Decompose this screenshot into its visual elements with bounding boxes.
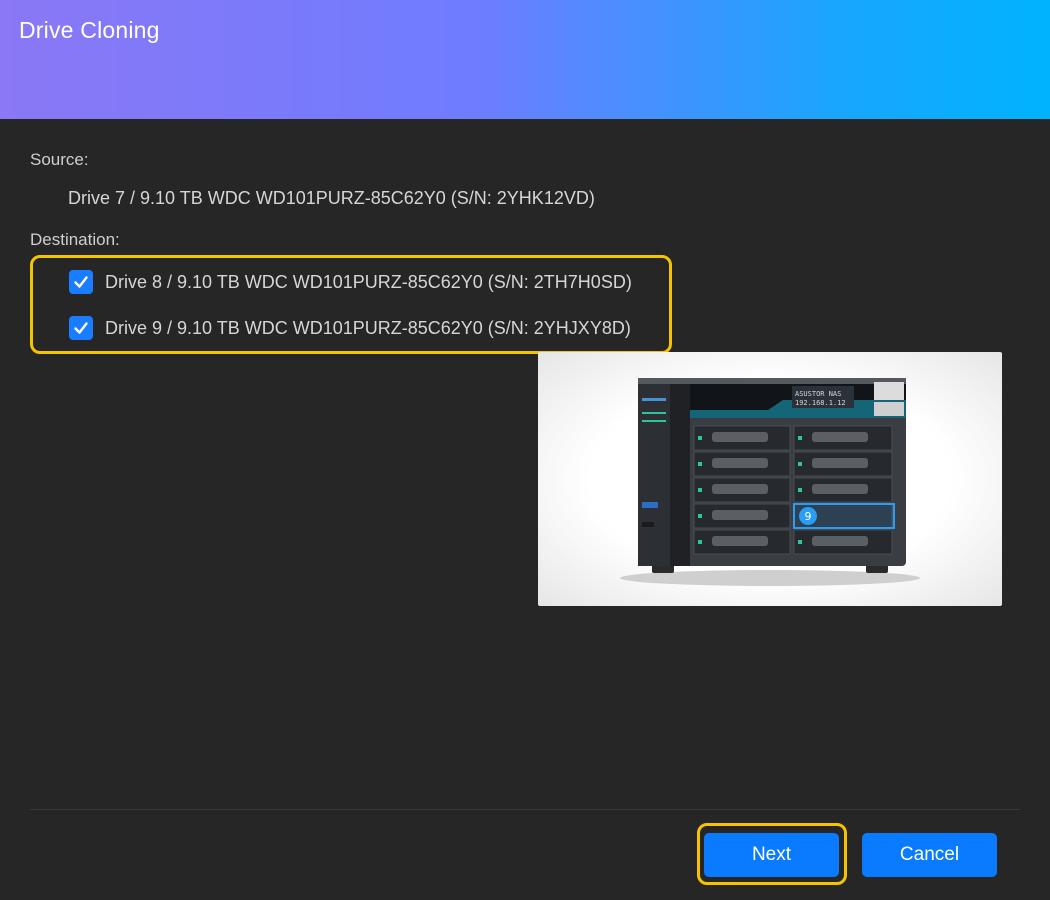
destination-item-drive-9[interactable]: Drive 9 / 9.10 TB WDC WD101PURZ-85C62Y0 … — [69, 315, 631, 341]
check-icon — [74, 276, 88, 288]
destination-label: Destination: — [30, 230, 120, 249]
dialog-header: Drive Cloning — [0, 0, 1050, 119]
bay-number-badge: 9 — [805, 510, 812, 523]
source-drive-value: Drive 7 / 9.10 TB WDC WD101PURZ-85C62Y0 … — [68, 188, 595, 208]
drive-cloning-dialog: Drive Cloning Source: Drive 7 / 9.10 TB … — [0, 0, 1050, 900]
highlighted-drive-bay: 9 — [793, 503, 895, 529]
footer-divider — [30, 809, 1020, 810]
checkbox-drive-8[interactable] — [69, 270, 93, 294]
destination-item-label: Drive 8 / 9.10 TB WDC WD101PURZ-85C62Y0 … — [105, 271, 632, 292]
destination-item-drive-8[interactable]: Drive 8 / 9.10 TB WDC WD101PURZ-85C62Y0 … — [69, 269, 632, 295]
cancel-button[interactable]: Cancel — [862, 833, 997, 877]
nas-device-preview: ASUSTOR NAS 192.168.1.12 9 — [538, 352, 1002, 606]
destination-item-label: Drive 9 / 9.10 TB WDC WD101PURZ-85C62Y0 … — [105, 317, 631, 338]
checkbox-drive-9[interactable] — [69, 316, 93, 340]
destination-drive-list: Drive 8 / 9.10 TB WDC WD101PURZ-85C62Y0 … — [30, 255, 672, 354]
next-button[interactable]: Next — [704, 833, 839, 877]
check-icon — [74, 322, 88, 334]
nas-device-image: ASUSTOR NAS 192.168.1.12 9 — [620, 378, 920, 586]
lcd-line-1: ASUSTOR NAS — [795, 390, 841, 398]
dialog-title: Drive Cloning — [19, 17, 160, 43]
lcd-line-2: 192.168.1.12 — [795, 399, 846, 407]
source-label: Source: — [30, 150, 89, 169]
